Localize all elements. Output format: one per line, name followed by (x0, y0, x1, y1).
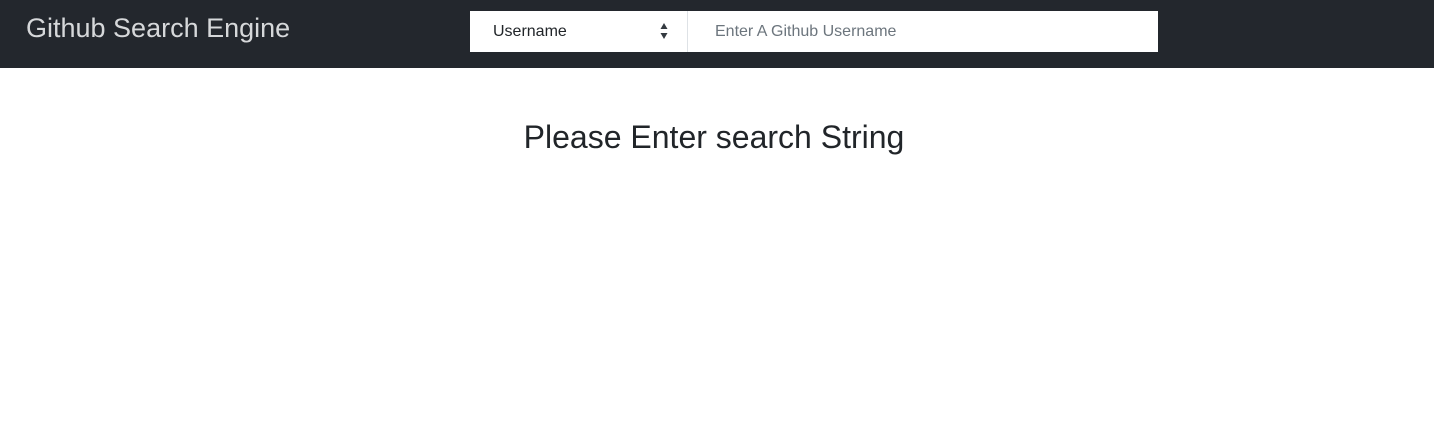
empty-search-message: Please Enter search String (523, 119, 905, 155)
github-username-search-input[interactable] (688, 11, 1158, 52)
search-group: Username (470, 11, 1158, 52)
search-type-selected-value: Username (493, 23, 567, 40)
select-arrows-icon (660, 23, 668, 39)
top-navbar: Github Search Engine Username (0, 0, 1434, 68)
search-type-select[interactable]: Username (470, 11, 688, 52)
app-brand[interactable]: Github Search Engine (26, 12, 290, 44)
